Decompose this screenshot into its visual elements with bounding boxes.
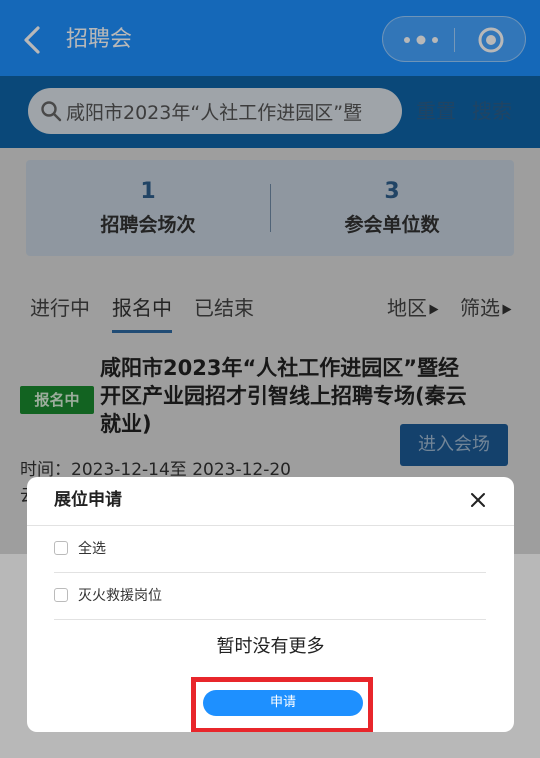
checkbox[interactable] xyxy=(54,588,68,602)
close-icon[interactable] xyxy=(467,489,489,511)
booth-application-modal: 展位申请 全选 灭火救援岗位 暂时没有更多 申请 xyxy=(27,477,514,732)
option-position[interactable]: 灭火救援岗位 xyxy=(54,574,486,620)
no-more-text: 暂时没有更多 xyxy=(216,636,325,657)
option-label: 灭火救援岗位 xyxy=(78,588,162,604)
apply-button[interactable]: 申请 xyxy=(203,690,363,716)
modal-divider xyxy=(27,525,514,526)
checkbox[interactable] xyxy=(54,541,68,555)
modal-title: 展位申请 xyxy=(54,490,122,510)
option-select-all[interactable]: 全选 xyxy=(54,527,486,573)
option-label: 全选 xyxy=(78,541,106,557)
